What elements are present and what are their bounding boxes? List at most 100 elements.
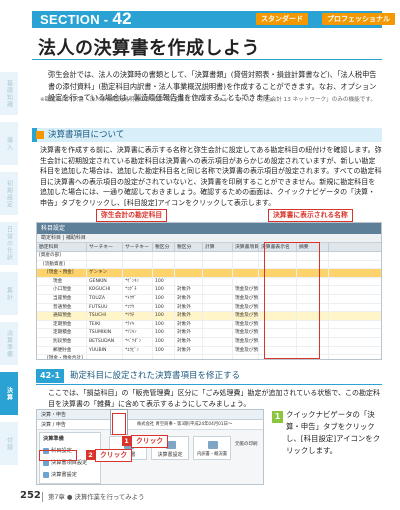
table-row[interactable]: 当座預金TOUZA*ﾄｳｻﾞ100対象外 現金及び預金 — [37, 294, 381, 304]
table-cell: KOGUCHI — [87, 286, 123, 294]
side-tab[interactable]: 決算準備 — [0, 322, 18, 366]
side-tab[interactable]: 付録 — [0, 422, 18, 466]
column-header[interactable]: 勘定科目 — [37, 243, 87, 251]
column-header[interactable]: 税区分 — [153, 243, 175, 251]
subsection-paragraph: ここでは、「損益科目」の「販売管理費」区分に「ごみ処理費」勘定が追加されている状… — [48, 389, 381, 408]
shot2-header: 決算 / 申告 株式会社 青空商事・第3期(平成24年04月01日〜 — [37, 420, 263, 430]
account-name-cell: 当座預金 — [37, 294, 87, 303]
account-name-cell: 別段預金 — [37, 337, 87, 346]
shot1-toolbar: 勘定科目 | 補助科目 — [37, 234, 381, 243]
side-tab[interactable]: 初期設定 — [0, 172, 18, 216]
table-row[interactable]: [現金・預金] ゲンキン — [37, 269, 381, 278]
table-cell: *ﾕｳﾋﾞﾝ — [123, 346, 153, 355]
note-paragraph: ※勘定科目内訳書・法人事業概況説明書の作成は「弥生会計 13 プロフェッショナル… — [40, 97, 376, 103]
table-row[interactable]: 現金 GENKIN *ｹﾞﾝｷﾝ 100 — [37, 277, 381, 287]
table-cell: 現金及び預金 — [235, 337, 259, 346]
subheading-title: 決算書項目について — [48, 130, 125, 140]
account-name-cell: 普通預金 — [37, 303, 87, 312]
tab-settlement[interactable]: 決算・申告 — [41, 410, 66, 420]
account-name-cell: 小口現金 — [37, 286, 87, 294]
step-number: 1 — [272, 411, 283, 423]
table-row[interactable]: 定期預金TEIKI*ﾃｲｷ100対象外 現金及び預金 — [37, 320, 381, 330]
table-cell: 対象外 — [175, 286, 203, 294]
settlement-items-paragraph: 決算書を作成する前に、決算書に表示する名称と弥生会計に設定してある勘定科目の紐付… — [40, 146, 382, 207]
display-name-highlight-box — [264, 242, 320, 359]
side-tab[interactable]: 導入 — [0, 122, 18, 166]
table-row[interactable]: 通知預金TSUCHI*ﾂｳﾁ100対象外 現金及び預金 — [37, 312, 381, 321]
breakdown-button[interactable]: 内訳書・概況書 — [193, 436, 231, 460]
side-tab[interactable]: 日常の仕訳 — [0, 222, 18, 266]
side-tab[interactable]: 決算 — [0, 372, 18, 416]
account-name-cell: [現金・預金合計] — [37, 355, 87, 359]
table-cell: TEIKI — [87, 320, 123, 329]
table-cell — [233, 252, 259, 260]
breakdown-icon — [208, 441, 218, 449]
shot2-header-right: 株式会社 青空商事・第3期(平成24年04月01日〜 — [137, 422, 233, 427]
tab-click-highlight — [112, 413, 126, 435]
table-cell — [203, 294, 233, 303]
table-cell: 現金及び預金 — [235, 303, 259, 312]
table-cell — [203, 312, 233, 320]
table-cell: 100 — [153, 320, 175, 329]
table-cell: 対象外 — [175, 312, 203, 320]
nav-statement-settings[interactable]: 決算書設定 — [43, 471, 77, 478]
table-cell: TSUCHI — [87, 312, 123, 320]
table-cell — [175, 260, 203, 269]
shot1-table-header: 勘定科目 サーチキー サーチキー 税区分 税区分 計算 決算書項目 決算書表示名 摘要 — [37, 243, 381, 252]
table-cell — [153, 260, 175, 269]
column-header[interactable]: 決算書項目 — [233, 243, 259, 251]
table-row[interactable]: 小口現金KOGUCHI*ｺｸﾞﾁ100対象外 現金及び預金 — [37, 286, 381, 295]
table-cell — [123, 355, 153, 359]
account-name-cell: 郵便貯金 — [37, 346, 87, 355]
table-row[interactable]: [現金・預金合計] — [37, 355, 381, 359]
subsection-rule — [36, 384, 382, 385]
table-cell — [233, 260, 259, 269]
column-header[interactable]: サーチキー — [87, 243, 123, 251]
table-row[interactable]: 別段預金BETSUDAN*ﾍﾞﾂﾀﾞﾝ100対象外 現金及び預金 — [37, 337, 381, 347]
side-tab[interactable]: 集計 — [0, 272, 18, 316]
badge-standard: スタンダード — [256, 13, 308, 25]
table-cell — [203, 303, 233, 312]
table-row[interactable]: 郵便貯金YUUBIN*ﾕｳﾋﾞﾝ100対象外 現金及び預金 — [37, 346, 381, 356]
table-cell: TOUZA — [87, 294, 123, 303]
marker-1: 1 — [122, 436, 131, 446]
table-cell: BETSUDAN — [87, 337, 123, 346]
shot1-window-title: 科目設定 — [37, 223, 381, 234]
panel-title: 決算準備 — [43, 436, 64, 442]
table-cell — [123, 252, 153, 260]
table-row[interactable]: 普通預金FUTSUU*ﾌﾂｳ100対象外 現金及び預金 — [37, 303, 381, 313]
page-number: 252 — [20, 490, 41, 501]
table-cell: ゲンキン — [87, 269, 123, 277]
table-cell: 100 — [153, 277, 175, 286]
table-cell: *ﾍﾞﾂﾀﾞﾝ — [123, 337, 153, 346]
subheading-square-icon — [36, 131, 44, 139]
table-row[interactable]: [流動資産] — [37, 260, 381, 270]
column-header[interactable]: 計算 — [203, 243, 233, 251]
table-cell: 現金及び預金 — [235, 320, 259, 329]
table-cell — [123, 269, 153, 277]
table-cell: FUTSUU — [87, 303, 123, 312]
side-tab[interactable]: 基礎知識 — [0, 72, 18, 116]
table-row[interactable]: 定期積金TSUMIKIN*ﾂﾐｷﾝ100対象外 現金及び預金 — [37, 329, 381, 338]
shot1-table-body: [資産の部] [流動資産] [現金・預金] ゲンキン 現金 GENKIN *ｹﾞﾝｷﾝ 100… — [37, 252, 381, 359]
ledger-print-label: 元帳の印刷 — [235, 442, 258, 447]
table-cell — [233, 269, 259, 277]
account-settings-screenshot: 科目設定 勘定科目 | 補助科目 勘定科目 サーチキー サーチキー 税区分 税区分 計算決… — [36, 222, 382, 360]
column-header[interactable]: サーチキー — [123, 243, 153, 251]
title-rule — [32, 59, 382, 60]
account-settings-highlight — [39, 450, 77, 461]
table-cell — [175, 355, 203, 359]
table-cell — [153, 269, 175, 277]
section-number: 42 — [112, 9, 132, 28]
account-name-cell: 現金 — [37, 277, 87, 286]
column-header[interactable]: 税区分 — [175, 243, 203, 251]
table-cell: 対象外 — [175, 346, 203, 355]
table-cell — [203, 329, 233, 337]
table-cell — [203, 269, 233, 277]
table-cell: 対象外 — [175, 303, 203, 312]
table-cell: TSUMIKIN — [87, 329, 123, 337]
table-row[interactable]: [資産の部] — [37, 252, 381, 261]
account-name-cell: 定期積金 — [37, 329, 87, 337]
table-cell: 100 — [153, 337, 175, 346]
table-cell: 現金及び預金 — [235, 329, 259, 337]
